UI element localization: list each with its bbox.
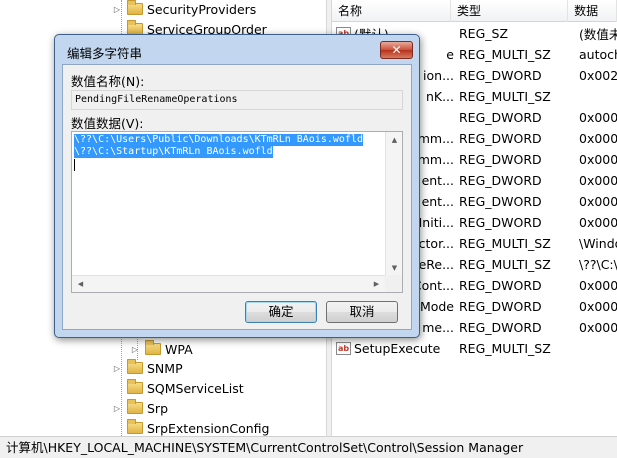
horizontal-scrollbar[interactable]: ◀ ▶: [72, 275, 385, 292]
folder-icon: [127, 419, 143, 434]
column-header-name[interactable]: 名称: [332, 0, 452, 22]
value-name: ent...: [421, 194, 454, 209]
value-data-cell: (数值未: [579, 27, 617, 42]
folder-icon: [127, 399, 143, 414]
value-name: ion...: [423, 68, 454, 83]
cancel-button[interactable]: 取消: [326, 301, 398, 323]
value-name: nK...: [425, 89, 454, 104]
tree-item-srpextensionconfig[interactable]: SrpExtensionConfig: [110, 418, 269, 436]
dialog-title: 编辑多字符串: [67, 46, 143, 61]
folder-icon: [145, 340, 161, 355]
expand-arrow-icon[interactable]: ▷: [110, 5, 124, 14]
value-data-cell: 0x0000: [579, 215, 617, 230]
list-header: 名称 类型 数据: [332, 0, 617, 22]
edit-multi-string-dialog: 编辑多字符串 ✕ 数值名称(N): PendingFileRenameOpera…: [54, 34, 420, 338]
status-bar: 计算机\HKEY_LOCAL_MACHINE\SYSTEM\CurrentCon…: [0, 436, 617, 458]
text-caret: [74, 159, 75, 171]
value-type-cell: REG_DWORD: [459, 299, 542, 314]
value-name: Initi...: [418, 215, 454, 230]
value-type-cell: REG_DWORD: [459, 68, 542, 83]
value-name: me...: [422, 320, 454, 335]
vertical-scrollbar[interactable]: ▲ ▼: [385, 132, 402, 277]
value-type-cell: REG_MULTI_SZ: [459, 89, 551, 104]
value-type-cell: REG_DWORD: [459, 194, 542, 209]
value-name: eRe...: [418, 257, 454, 272]
tree-item-label: SQMServiceList: [147, 380, 244, 396]
value-data-cell: 0x0000: [579, 278, 617, 293]
column-header-data[interactable]: 数据: [568, 0, 617, 22]
dialog-body: 数值名称(N): PendingFileRenameOperations 数值数…: [62, 64, 412, 330]
expand-arrow-icon[interactable]: ▷: [110, 364, 124, 373]
tree-item-label: SrpExtensionConfig: [147, 420, 270, 436]
tree-item-srp[interactable]: ▷ Srp: [110, 398, 168, 418]
registry-path: 计算机\HKEY_LOCAL_MACHINE\SYSTEM\CurrentCon…: [6, 440, 524, 455]
tree-item-label: SecurityProviders: [147, 1, 257, 17]
value-name-field[interactable]: PendingFileRenameOperations: [71, 90, 403, 110]
value-data-cell: 0x0000: [579, 299, 617, 314]
value-data-cell: 0x0000: [579, 194, 617, 209]
value-type-cell: REG_MULTI_SZ: [459, 257, 551, 272]
folder-icon: [127, 0, 143, 15]
tree-item-wpa[interactable]: ▷ WPA: [128, 339, 193, 359]
tree-item-securityproviders[interactable]: ▷ SecurityProviders: [110, 0, 256, 19]
value-name-label: 数值名称(N):: [71, 74, 145, 89]
value-data-cell: 0x0000: [579, 173, 617, 188]
value-name: mm...: [417, 152, 454, 167]
value-type-cell: REG_DWORD: [459, 152, 542, 167]
tree-item-sqmservicelist[interactable]: SQMServiceList: [110, 378, 244, 398]
value-data-cell: \Windo: [579, 236, 617, 251]
value-data-cell: 0x0000: [579, 152, 617, 167]
close-button[interactable]: ✕: [380, 41, 413, 59]
value-type-cell: REG_MULTI_SZ: [459, 47, 551, 62]
value-type-cell: REG_DWORD: [459, 320, 542, 335]
value-data-cell: 0x0009: [579, 320, 617, 335]
value-name: e: [446, 47, 454, 62]
value-data-text[interactable]: \??\C:\Users\Public\Downloads\KTmRLn BAo…: [74, 134, 384, 274]
value-name: ctor...: [418, 236, 454, 251]
value-data-textarea[interactable]: \??\C:\Users\Public\Downloads\KTmRLn BAo…: [71, 131, 403, 293]
value-data-cell: 0x0000: [579, 131, 617, 146]
value-type-cell: REG_DWORD: [459, 278, 542, 293]
scroll-right-icon[interactable]: ▶: [368, 276, 385, 292]
value-name-cell: ab SetupExecute: [336, 341, 452, 356]
value-type-cell: REG_DWORD: [459, 131, 542, 146]
value-name: ent...: [421, 173, 454, 188]
value-data-cell: 0x0000: [579, 110, 617, 125]
folder-icon: [127, 359, 143, 374]
value-type-cell: REG_DWORD: [459, 173, 542, 188]
close-icon: ✕: [391, 43, 402, 57]
value-type-cell: REG_DWORD: [459, 110, 542, 125]
expand-arrow-icon[interactable]: ▷: [110, 404, 124, 413]
value-data-label: 数值数据(V):: [71, 116, 144, 131]
value-data-cell: 0x0027: [579, 68, 617, 83]
data-line-1: \??\C:\Users\Public\Downloads\KTmRLn BAo…: [74, 134, 363, 146]
scroll-up-icon[interactable]: ▲: [386, 132, 402, 149]
data-line-2: \??\C:\Startup\KTmRLn BAois.wofld: [74, 146, 273, 158]
tree-item-label: SNMP: [147, 360, 183, 376]
value-data-cell: \??\C:\: [579, 257, 617, 272]
string-value-icon: ab: [336, 342, 351, 355]
value-type-cell: REG_MULTI_SZ: [459, 236, 551, 251]
scroll-corner: [385, 275, 402, 292]
column-header-type[interactable]: 类型: [451, 0, 569, 22]
value-data-cell: autoch: [579, 47, 617, 62]
ok-button[interactable]: 确定: [245, 301, 317, 323]
value-type-cell: REG_SZ: [459, 26, 509, 41]
list-row[interactable]: ab SetupExecute REG_MULTI_SZ: [332, 338, 617, 359]
scroll-left-icon[interactable]: ◀: [72, 276, 89, 292]
tree-item-label: WPA: [165, 341, 193, 357]
tree-item-snmp[interactable]: ▷ SNMP: [110, 358, 183, 378]
folder-icon: [127, 379, 143, 394]
value-name: Mode: [419, 299, 454, 314]
value-type-cell: REG_DWORD: [459, 215, 542, 230]
value-type-cell: REG_MULTI_SZ: [459, 341, 551, 356]
expand-arrow-icon[interactable]: ▷: [128, 345, 142, 354]
tree-item-label: Srp: [147, 400, 169, 416]
value-name: SetupExecute: [354, 341, 441, 356]
value-name: mm...: [417, 131, 454, 146]
